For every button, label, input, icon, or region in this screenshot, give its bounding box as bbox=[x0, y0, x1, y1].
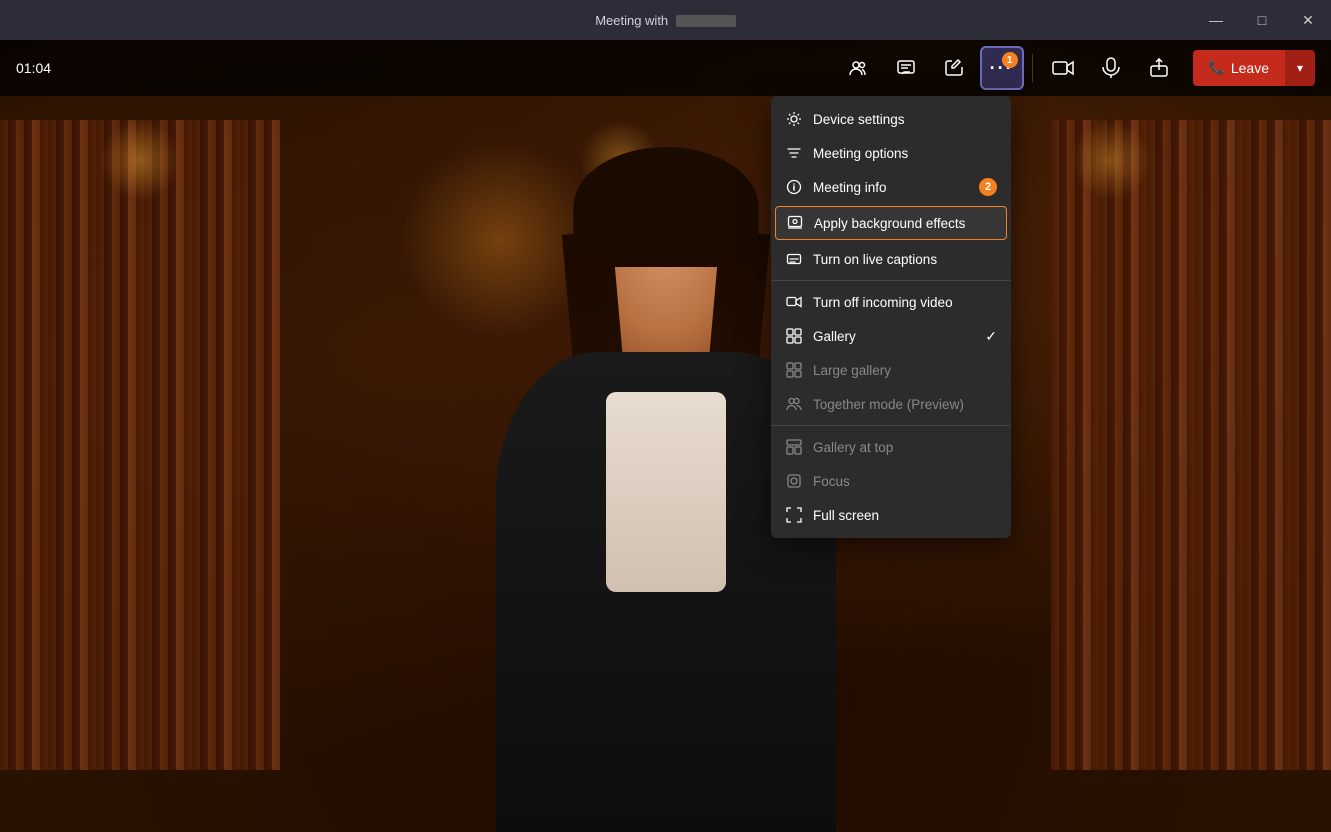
people-icon bbox=[848, 58, 868, 78]
focus-icon bbox=[785, 472, 803, 490]
call-timer: 01:04 bbox=[16, 60, 51, 76]
menu-item-meeting-info[interactable]: Meeting info 2 bbox=[771, 170, 1011, 204]
mic-button[interactable] bbox=[1089, 46, 1133, 90]
bookshelf-left bbox=[0, 120, 280, 770]
leave-chevron-button[interactable]: ▾ bbox=[1285, 50, 1315, 86]
menu-item-large-gallery: Large gallery bbox=[771, 353, 1011, 387]
toolbar-actions: ··· 1 bbox=[836, 46, 1315, 90]
ceiling-light-right bbox=[1071, 120, 1151, 200]
bookshelf-right bbox=[1051, 120, 1331, 770]
ceiling-light-left bbox=[100, 120, 180, 200]
meeting-info-badge: 2 bbox=[979, 178, 997, 196]
apply-bg-icon bbox=[786, 214, 804, 232]
incoming-video-label: Turn off incoming video bbox=[813, 295, 997, 310]
more-button[interactable]: ··· 1 bbox=[980, 46, 1024, 90]
menu-item-together-mode: Together mode (Preview) bbox=[771, 387, 1011, 421]
more-badge: 1 bbox=[1002, 52, 1018, 68]
meeting-info-icon bbox=[785, 178, 803, 196]
title-bar: Meeting with — □ ✕ bbox=[0, 0, 1331, 40]
menu-item-incoming-video[interactable]: Turn off incoming video bbox=[771, 285, 1011, 319]
full-screen-label: Full screen bbox=[813, 508, 997, 523]
menu-item-gallery-top: Gallery at top bbox=[771, 430, 1011, 464]
apply-bg-label: Apply background effects bbox=[814, 216, 996, 231]
focus-label: Focus bbox=[813, 474, 997, 489]
menu-divider bbox=[771, 280, 1011, 281]
gallery-top-icon bbox=[785, 438, 803, 456]
video-area bbox=[0, 40, 1331, 832]
gallery-top-label: Gallery at top bbox=[813, 440, 997, 455]
device-settings-label: Device settings bbox=[813, 112, 997, 127]
incoming-video-icon bbox=[785, 293, 803, 311]
menu-divider bbox=[771, 425, 1011, 426]
window-title: Meeting with bbox=[595, 13, 736, 28]
minimize-button[interactable]: — bbox=[1193, 0, 1239, 40]
device-settings-icon bbox=[785, 110, 803, 128]
menu-item-full-screen[interactable]: Full screen bbox=[771, 498, 1011, 532]
together-mode-icon bbox=[785, 395, 803, 413]
reactions-icon bbox=[944, 58, 964, 78]
leave-button-group: 📞 Leave ▾ bbox=[1193, 50, 1315, 86]
full-screen-icon bbox=[785, 506, 803, 524]
menu-item-meeting-options[interactable]: Meeting options bbox=[771, 136, 1011, 170]
people-button[interactable] bbox=[836, 46, 880, 90]
reactions-button[interactable] bbox=[932, 46, 976, 90]
window-controls: — □ ✕ bbox=[1193, 0, 1331, 40]
chevron-down-icon: ▾ bbox=[1297, 61, 1303, 75]
meeting-options-label: Meeting options bbox=[813, 146, 997, 161]
meeting-options-icon bbox=[785, 144, 803, 162]
leave-main-button[interactable]: 📞 Leave bbox=[1193, 50, 1285, 86]
chat-button[interactable] bbox=[884, 46, 928, 90]
gallery-icon bbox=[785, 327, 803, 345]
title-text: Meeting with bbox=[595, 13, 668, 28]
leave-label: Leave bbox=[1231, 60, 1269, 76]
context-menu: Device settings Meeting options Meeting in… bbox=[771, 96, 1011, 538]
chat-icon bbox=[896, 58, 916, 78]
live-captions-icon bbox=[785, 250, 803, 268]
gallery-label: Gallery bbox=[813, 329, 975, 344]
menu-item-focus: Focus bbox=[771, 464, 1011, 498]
menu-item-gallery[interactable]: Gallery ✓ bbox=[771, 319, 1011, 353]
toolbar-divider bbox=[1032, 54, 1033, 82]
share-button[interactable] bbox=[1137, 46, 1181, 90]
together-mode-label: Together mode (Preview) bbox=[813, 397, 997, 412]
camera-icon bbox=[1052, 59, 1074, 77]
large-gallery-icon bbox=[785, 361, 803, 379]
menu-item-apply-bg[interactable]: Apply background effects bbox=[775, 206, 1007, 240]
live-captions-label: Turn on live captions bbox=[813, 252, 997, 267]
camera-button[interactable] bbox=[1041, 46, 1085, 90]
mic-icon bbox=[1102, 57, 1120, 79]
toolbar: 01:04 bbox=[0, 40, 1331, 96]
share-icon bbox=[1149, 58, 1169, 78]
close-button[interactable]: ✕ bbox=[1285, 0, 1331, 40]
menu-item-device-settings[interactable]: Device settings bbox=[771, 102, 1011, 136]
large-gallery-label: Large gallery bbox=[813, 363, 997, 378]
phone-icon: 📞 bbox=[1209, 60, 1225, 76]
gallery-check: ✓ bbox=[985, 328, 997, 345]
meeting-info-label: Meeting info bbox=[813, 180, 969, 195]
menu-item-live-captions[interactable]: Turn on live captions bbox=[771, 242, 1011, 276]
restore-button[interactable]: □ bbox=[1239, 0, 1285, 40]
